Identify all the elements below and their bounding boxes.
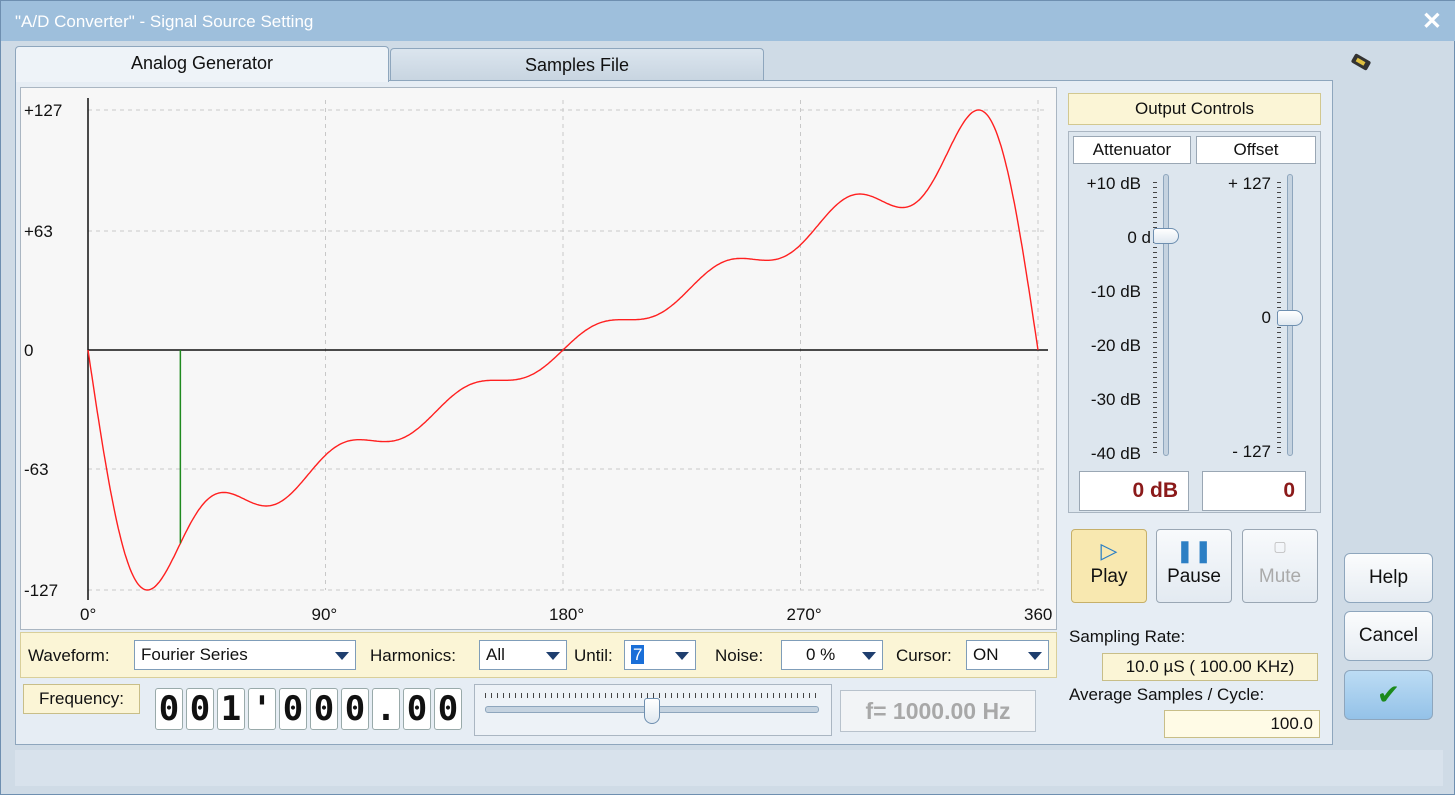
average-samples-value: 100.0 (1164, 710, 1320, 738)
offset-header: Offset (1196, 136, 1316, 164)
y-tick-label: -63 (24, 460, 49, 479)
frequency-digit[interactable]: 0 (403, 688, 431, 730)
ok-button[interactable]: ✔ (1344, 670, 1433, 720)
pause-label: Pause (1167, 566, 1221, 587)
status-bar (15, 750, 1443, 786)
frequency-digit[interactable]: 0 (434, 688, 462, 730)
attenuator-scale-label: -10 dB (1090, 282, 1141, 301)
offset-thumb[interactable] (1277, 310, 1303, 326)
y-tick-label: +127 (24, 101, 62, 120)
frequency-digit[interactable]: 0 (155, 688, 183, 730)
pause-icon: ❚❚ (1175, 538, 1213, 563)
attenuator-track (1163, 174, 1169, 456)
harmonics-label: Harmonics: (370, 646, 456, 665)
chevron-down-icon (1028, 652, 1042, 660)
sampling-rate-value: 10.0 µS ( 100.00 KHz) (1102, 653, 1318, 681)
until-value: 7 (631, 645, 645, 664)
play-button[interactable]: ▷ Play (1071, 529, 1147, 603)
signal-source-dialog: "A/D Converter" - Signal Source Setting … (0, 0, 1455, 795)
frequency-digit[interactable]: 0 (186, 688, 214, 730)
window-title: "A/D Converter" - Signal Source Setting (15, 12, 314, 31)
frequency-slider[interactable] (474, 684, 832, 736)
mute-label: Mute (1258, 566, 1302, 587)
cursor-label: Cursor: (896, 646, 952, 665)
y-tick-label: 0 (24, 341, 33, 360)
attenuator-scale-label: -20 dB (1090, 336, 1141, 355)
help-button[interactable]: Help (1344, 553, 1433, 603)
harmonics-select[interactable]: All (479, 640, 567, 670)
harmonics-value: All (486, 645, 505, 664)
frequency-decimal-point: . (372, 688, 400, 730)
attenuator-readout: 0 dB (1079, 471, 1189, 511)
waveform-label: Waveform: (28, 646, 110, 665)
average-samples-label: Average Samples / Cycle: (1069, 685, 1265, 704)
noise-label: Noise: (715, 646, 764, 665)
waveform-value: Fourier Series (141, 645, 248, 664)
chevron-down-icon (546, 652, 560, 660)
title-bar: "A/D Converter" - Signal Source Setting … (1, 1, 1455, 41)
x-tick-label: 360 (1024, 605, 1052, 624)
frequency-digit[interactable]: 0 (341, 688, 369, 730)
x-tick-label: 0° (80, 605, 96, 624)
output-controls-title: Output Controls (1068, 93, 1321, 125)
offset-scale-label: - 127 (1232, 442, 1271, 461)
chevron-down-icon (862, 652, 876, 660)
output-controls-panel: Output Controls Attenuator Offset +10 dB… (1063, 87, 1328, 741)
frequency-row: Frequency: 0 0 1 ' 0 0 0 . 0 0 f= 1000.0… (20, 680, 1057, 742)
y-tick-label: +63 (24, 222, 53, 241)
play-icon: ▷ (1100, 538, 1118, 563)
slider-thumb[interactable] (644, 698, 660, 724)
attenuator-header: Attenuator (1073, 136, 1191, 164)
waveform-svg: +127 +63 0 -63 -127 0° 90° 180° 270° 360 (24, 98, 1052, 624)
mute-icon: ▢ (1273, 538, 1287, 554)
mute-button[interactable]: ▢ Mute (1242, 529, 1318, 603)
attenuator-thumb[interactable] (1153, 228, 1179, 245)
tab-analog-generator[interactable]: Analog Generator (15, 46, 389, 82)
offset-readout: 0 (1202, 471, 1306, 511)
cursor-value: ON (973, 645, 999, 664)
until-label: Until: (574, 646, 613, 665)
offset-scale-label: 0 (1261, 308, 1271, 327)
x-tick-label: 270° (787, 605, 822, 624)
attenuator-scale-label: +10 dB (1086, 174, 1141, 193)
play-label: Play (1090, 566, 1128, 587)
x-tick-label: 180° (549, 605, 584, 624)
frequency-digit[interactable]: 0 (279, 688, 307, 730)
waveform-controls: Waveform: Fourier Series Harmonics: All … (20, 632, 1057, 678)
attenuator-scale-label: -40 dB (1090, 444, 1141, 463)
frequency-digit[interactable]: 0 (310, 688, 338, 730)
chevron-down-icon (675, 652, 689, 660)
chevron-down-icon (335, 652, 349, 660)
attenuator-ticks (1153, 182, 1157, 454)
frequency-separator: ' (248, 688, 276, 730)
sampling-rate-label: Sampling Rate: (1069, 627, 1186, 646)
x-tick-label: 90° (312, 605, 338, 624)
y-tick-label: -127 (24, 581, 58, 600)
device-icon (1351, 53, 1371, 71)
pause-button[interactable]: ❚❚ Pause (1156, 529, 1232, 603)
frequency-readout: f= 1000.00 Hz (840, 690, 1036, 732)
tab-samples-file[interactable]: Samples File (390, 48, 764, 82)
frequency-label: Frequency: (23, 684, 140, 714)
offset-scale-label: + 127 (1227, 174, 1271, 193)
cancel-button[interactable]: Cancel (1344, 611, 1433, 661)
attenuator-scale-label: 0 d (1127, 228, 1151, 247)
close-icon[interactable]: ✕ (1422, 7, 1442, 36)
waveform-select[interactable]: Fourier Series (134, 640, 356, 670)
output-sliders: Attenuator Offset +10 dB 0 d -10 dB -20 … (1068, 131, 1321, 513)
waveform-plot[interactable]: +127 +63 0 -63 -127 0° 90° 180° 270° 360 (20, 87, 1057, 630)
frequency-digit[interactable]: 1 (217, 688, 245, 730)
noise-value: 0 % (806, 645, 836, 664)
until-select[interactable]: 7 (624, 640, 696, 670)
noise-select[interactable]: 0 % (781, 640, 883, 670)
cursor-select[interactable]: ON (966, 640, 1049, 670)
attenuator-scale-label: -30 dB (1090, 390, 1141, 409)
